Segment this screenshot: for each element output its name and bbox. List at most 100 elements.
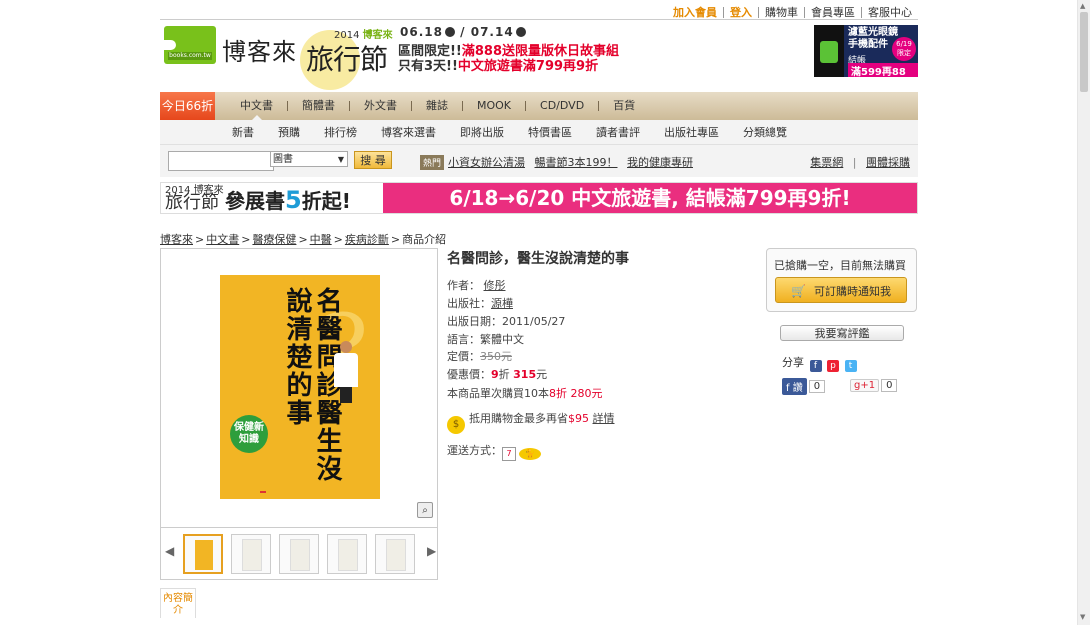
login-link[interactable]: 登入 — [723, 6, 758, 18]
nav-department-store[interactable]: 百貨 — [598, 100, 649, 111]
thumbnail[interactable] — [375, 534, 415, 574]
separator: | — [852, 156, 857, 169]
promo-line-2[interactable]: 只有3天!!中文旅遊書滿799再9折 — [398, 55, 598, 74]
sold-out-message: 已搶購一空，目前無法購買 — [774, 259, 906, 272]
fb-like-button[interactable]: f 讚 — [782, 378, 807, 395]
nav-cd-dvd[interactable]: CD/DVD — [525, 100, 598, 111]
logo-text[interactable]: 博客來 — [222, 32, 297, 67]
ad-banner-right[interactable]: 濾藍光眼鏡手機配件 結帳 滿599再88折 6/19 限定 — [814, 25, 918, 77]
nav-simplified-books[interactable]: 簡體書 — [287, 100, 349, 111]
points-row: $ 抵用購物金最多再省$95 詳情 — [447, 410, 615, 434]
scroll-up-icon[interactable]: ▲ — [1080, 2, 1085, 10]
scroll-down-icon[interactable]: ▼ — [1080, 613, 1085, 621]
thumbnail[interactable] — [183, 534, 223, 574]
thumbnail[interactable] — [327, 534, 367, 574]
search-category-select[interactable]: 圖書 ▼ — [270, 151, 348, 167]
logo-domain: books.com.tw — [168, 52, 212, 60]
logo-icon[interactable]: books.com.tw — [164, 26, 216, 64]
bulk-price: 280元 — [570, 387, 603, 400]
join-member-link[interactable]: 加入會員 — [667, 7, 723, 18]
author-link[interactable]: 修彤 — [484, 279, 506, 292]
bulk-price-row: 本商品單次購買10本8折 280元 — [447, 387, 603, 400]
coin-icon: $ — [447, 416, 465, 434]
subnav-preorder[interactable]: 預購 — [278, 124, 300, 140]
date-row: 出版日期：2011/05/27 — [447, 315, 566, 328]
bulk-discount: 8折 — [549, 387, 567, 400]
scroll-thumb[interactable] — [1080, 12, 1088, 92]
fest-dates: 06.18 / 07.14 — [400, 25, 526, 39]
hot-link[interactable]: 暢書節3本199！ — [535, 156, 618, 169]
page: 加入會員 登入 購物車 會員專區 客服中心 books.com.tw 博客來 2… — [160, 0, 918, 625]
subnav-sale[interactable]: 特價書區 — [528, 124, 572, 140]
promo-banner[interactable]: 2014 博客來 旅行節 參展書5折起! 6/18→6/20 中文旅遊書, 結帳滿… — [160, 182, 918, 214]
tab-intro[interactable]: 內容簡介 — [160, 588, 196, 618]
language-row: 語言：繁體中文 — [447, 333, 524, 346]
thumbnail[interactable] — [279, 534, 319, 574]
thumb-next-icon[interactable]: ▶ — [427, 544, 436, 558]
thumb-prev-icon[interactable]: ◀ — [165, 544, 174, 558]
share-row: 分享 f p t — [782, 354, 857, 372]
search-bar: 圖書 ▼ 搜 尋 熱門 小資女辦公清湯 暢書節3本199！ 我的健康專研 集票網… — [160, 144, 918, 177]
nav-chinese-books[interactable]: 中文書 — [226, 100, 287, 120]
banner-left-text: 參展書5折起! — [225, 186, 351, 214]
search-button[interactable]: 搜 尋 — [354, 151, 392, 169]
fitness-band-icon — [820, 41, 838, 63]
zoom-icon[interactable]: ⌕ — [417, 502, 433, 518]
search-input[interactable] — [168, 151, 274, 171]
seven-eleven-icon: 7 — [502, 447, 516, 461]
nav-foreign-books[interactable]: 外文書 — [349, 100, 411, 111]
date-end: 07.14 — [470, 25, 514, 39]
subnav-new[interactable]: 新書 — [232, 124, 254, 140]
ad-line-1: 濾藍光眼鏡 — [848, 27, 898, 38]
service-link[interactable]: 客服中心 — [861, 6, 918, 18]
twitter-icon[interactable]: t — [844, 360, 857, 372]
breadcrumb-item[interactable]: 中文書 — [206, 233, 239, 246]
subnav-ranking[interactable]: 排行榜 — [324, 124, 357, 140]
subnav-categories[interactable]: 分類總覽 — [743, 124, 787, 140]
nav-mook[interactable]: MOOK — [462, 100, 525, 111]
points-detail-link[interactable]: 詳情 — [593, 412, 615, 425]
cart-link[interactable]: 購物車 — [758, 6, 804, 18]
breadcrumb-item[interactable]: 醫療保健 — [252, 233, 296, 246]
member-area-link[interactable]: 會員專區 — [804, 6, 861, 18]
publisher-link[interactable]: 源樺 — [491, 297, 513, 310]
write-review-button[interactable]: 我要寫評鑑 — [780, 325, 904, 341]
dropdown-arrow-icon: ▼ — [337, 155, 344, 164]
thumbnail[interactable] — [231, 534, 271, 574]
sale-discount: 9 — [491, 368, 499, 381]
nav-magazines[interactable]: 雜誌 — [411, 100, 462, 111]
doctor-illustration-icon — [332, 341, 358, 403]
shipping-row: 運送方式： 7 🐈 — [447, 442, 541, 461]
page-scrollbar[interactable]: ▲ ▼ — [1077, 0, 1090, 625]
breadcrumb-item[interactable]: 疾病診斷 — [345, 233, 389, 246]
cover-badge: 保健新知識 — [230, 415, 268, 453]
breadcrumb-item[interactable]: 中醫 — [310, 233, 332, 246]
main-nav: 今日66折 中文書 簡體書 外文書 雜誌 MOOK CD/DVD 百貨 — [160, 92, 918, 120]
subnav-upcoming[interactable]: 即將出版 — [460, 124, 504, 140]
hot-label: 熱門 — [420, 155, 445, 170]
subnav-publishers[interactable]: 出版社專區 — [664, 124, 719, 140]
search-category-value: 圖書 — [273, 154, 293, 165]
notify-me-button[interactable]: 🛒 可訂購時通知我 — [775, 277, 907, 303]
book-cover-image[interactable]: ? 名醫問診醫生沒說清楚的事 保健新知識 — [220, 275, 380, 499]
ad-line-4: 滿599再88折 — [848, 63, 918, 77]
subnav-picks[interactable]: 博客來選書 — [381, 124, 436, 140]
thumbnail-strip: ◀ ▶ — [161, 527, 437, 580]
share-label: 分享 — [782, 356, 804, 369]
subnav-reviews[interactable]: 讀者書評 — [596, 124, 640, 140]
gplus-button[interactable]: g+1 — [850, 378, 880, 392]
facebook-icon[interactable]: f — [809, 360, 822, 372]
plurk-icon[interactable]: p — [827, 360, 839, 372]
today-deal-tab[interactable]: 今日66折 — [160, 92, 215, 120]
hot-link[interactable]: 小資女辦公清湯 — [448, 156, 525, 169]
ticket-link[interactable]: 集票網 — [810, 156, 843, 169]
hot-link[interactable]: 我的健康專研 — [627, 156, 693, 169]
banner-fest-logo: 2014 博客來 旅行節 — [165, 185, 224, 213]
travel-fest-logo[interactable]: 2014 博客來 旅行節 — [300, 24, 393, 90]
breadcrumb-item[interactable]: 博客來 — [160, 233, 193, 246]
dot-icon — [515, 27, 526, 37]
gplus-count: 0 — [881, 378, 898, 392]
product-image-box: ? 名醫問診醫生沒說清楚的事 保健新知識 ⌕ ◀ ▶ — [160, 248, 438, 580]
group-buy-link[interactable]: 團體採購 — [866, 156, 910, 169]
sale-price-row: 優惠價：9折 315元 — [447, 368, 548, 381]
